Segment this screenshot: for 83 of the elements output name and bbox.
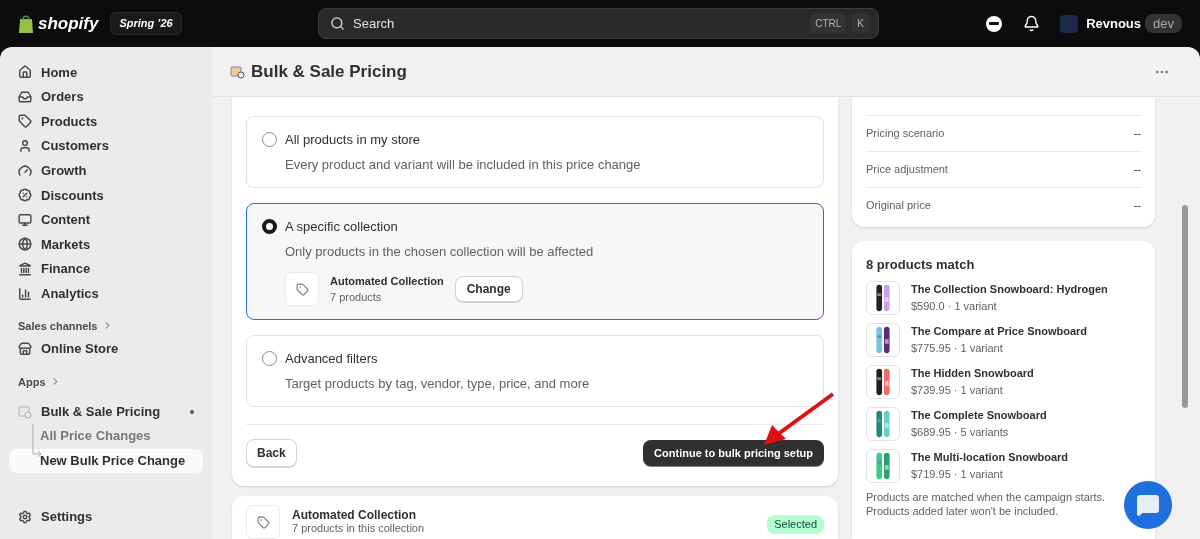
- sidebar-item[interactable]: Customers: [9, 133, 203, 159]
- shopping-bag-icon: [18, 13, 34, 34]
- logo-text: shopify: [38, 12, 99, 35]
- tag-icon: [295, 282, 309, 296]
- chat-icon: [1136, 493, 1160, 517]
- sidebar-item[interactable]: Growth: [9, 158, 203, 183]
- sidebar-subitem[interactable]: All Price Changes: [9, 423, 203, 449]
- sidebar-item[interactable]: Discounts: [9, 182, 203, 208]
- option-title: A specific collection: [285, 218, 398, 236]
- sidebar-item[interactable]: Content: [9, 207, 203, 233]
- tag-icon: [256, 515, 270, 529]
- store-name[interactable]: Revnous: [1086, 13, 1142, 34]
- option-card[interactable]: A specific collection Only products in the chosen collection will be affected Automated Collection 7 products Change: [246, 203, 824, 320]
- status-badge: Selected: [767, 515, 824, 534]
- collection-count: 7 products: [330, 290, 383, 305]
- sidebar-item[interactable]: Bulk & Sale Pricing: [9, 399, 203, 424]
- sidebar-subitem[interactable]: New Bulk Price Change: [9, 448, 203, 474]
- nav-icon: [18, 65, 32, 80]
- nav-icon: [18, 139, 32, 154]
- product-name: The Multi-location Snowboard: [911, 450, 1069, 465]
- matches-note: Products are matched when the campaign starts. Products added later won't be included.: [866, 489, 1107, 518]
- radio-button[interactable]: [262, 219, 277, 235]
- notification-icon[interactable]: [1023, 15, 1041, 32]
- product-meta: $719.95 · 1 variant: [911, 466, 1004, 482]
- summary-label: Pricing scenario: [866, 126, 945, 142]
- option-description: Target products by tag, vendor, type, price, and more: [284, 374, 591, 393]
- summary-label: Price adjustment: [866, 162, 948, 178]
- matches-title: 8 products match: [866, 256, 976, 274]
- store-badge: dev: [1145, 13, 1182, 34]
- calendar-icon: [230, 64, 245, 79]
- option-title: Advanced filters: [285, 350, 378, 368]
- option-card[interactable]: Advanced filters Target products by tag, vendor, type, price, and more: [246, 335, 824, 407]
- shortcut-key: CTRL: [810, 14, 847, 33]
- summary-value: --: [1133, 162, 1141, 178]
- chat-button[interactable]: [1124, 481, 1172, 529]
- change-button[interactable]: Change: [454, 276, 523, 302]
- product-name: The Hidden Snowboard: [911, 366, 1034, 381]
- summary-value: --: [1133, 198, 1141, 214]
- sidebar-item[interactable]: Finance: [9, 256, 203, 282]
- sidebar-item[interactable]: Online Store: [9, 335, 203, 362]
- page-title: Bulk & Sale Pricing: [251, 60, 407, 83]
- summary-value: --: [1133, 126, 1141, 142]
- nav-icon: [18, 286, 32, 301]
- store-icon: [18, 341, 32, 356]
- radio-button[interactable]: [262, 351, 277, 367]
- continue-button[interactable]: Continue to bulk pricing setup: [643, 439, 824, 467]
- collection-count: 7 products in this collection: [292, 522, 425, 535]
- search-icon: [330, 16, 345, 31]
- option-title: All products in my store: [285, 131, 421, 149]
- nav-icon: [18, 163, 32, 178]
- sidebar-item[interactable]: Markets: [9, 232, 203, 257]
- calendar-icon: [18, 404, 32, 419]
- product-name: The Complete Snowboard: [911, 408, 1047, 423]
- section-heading[interactable]: Sales channels: [9, 315, 203, 336]
- sidebar-item[interactable]: Orders: [9, 84, 203, 110]
- shortcut-key: K: [852, 14, 869, 33]
- nav-icon: [18, 237, 32, 252]
- product-name: The Collection Snowboard: Hydrogen: [911, 282, 1108, 297]
- nav-icon: [18, 114, 32, 129]
- back-button[interactable]: Back: [246, 439, 297, 467]
- section-heading[interactable]: Apps: [9, 371, 203, 392]
- settings-icon: [18, 510, 32, 525]
- edition-badge: Spring ’26: [110, 12, 182, 35]
- nav-icon: [18, 89, 32, 104]
- product-meta: $689.95 · 5 variants: [911, 424, 1010, 440]
- option-description: Every product and variant will be included in this price change: [284, 155, 642, 174]
- nav-icon: [18, 262, 32, 277]
- option-description: Only products in the chosen collection will be affected: [284, 242, 595, 261]
- product-meta: $590.0 · 1 variant: [911, 298, 998, 314]
- product-meta: $775.95 · 1 variant: [911, 340, 1004, 356]
- nav-icon: [18, 188, 32, 203]
- collection-name: Automated Collection: [330, 273, 444, 289]
- summary-label: Original price: [866, 198, 931, 214]
- sidebar-item[interactable]: Analytics: [9, 281, 203, 306]
- sidebar-item[interactable]: Home: [9, 60, 203, 85]
- option-card[interactable]: All products in my store Every product and variant will be included in this price change: [246, 116, 824, 188]
- sidebar-item[interactable]: Settings: [9, 505, 203, 530]
- product-meta: $739.95 · 1 variant: [911, 382, 1004, 398]
- sidebar-item[interactable]: Products: [9, 109, 203, 134]
- product-name: The Compare at Price Snowboard: [911, 324, 1088, 339]
- nav-icon: [18, 212, 32, 227]
- radio-button[interactable]: [262, 132, 277, 148]
- collection-name: Automated Collection: [292, 508, 417, 522]
